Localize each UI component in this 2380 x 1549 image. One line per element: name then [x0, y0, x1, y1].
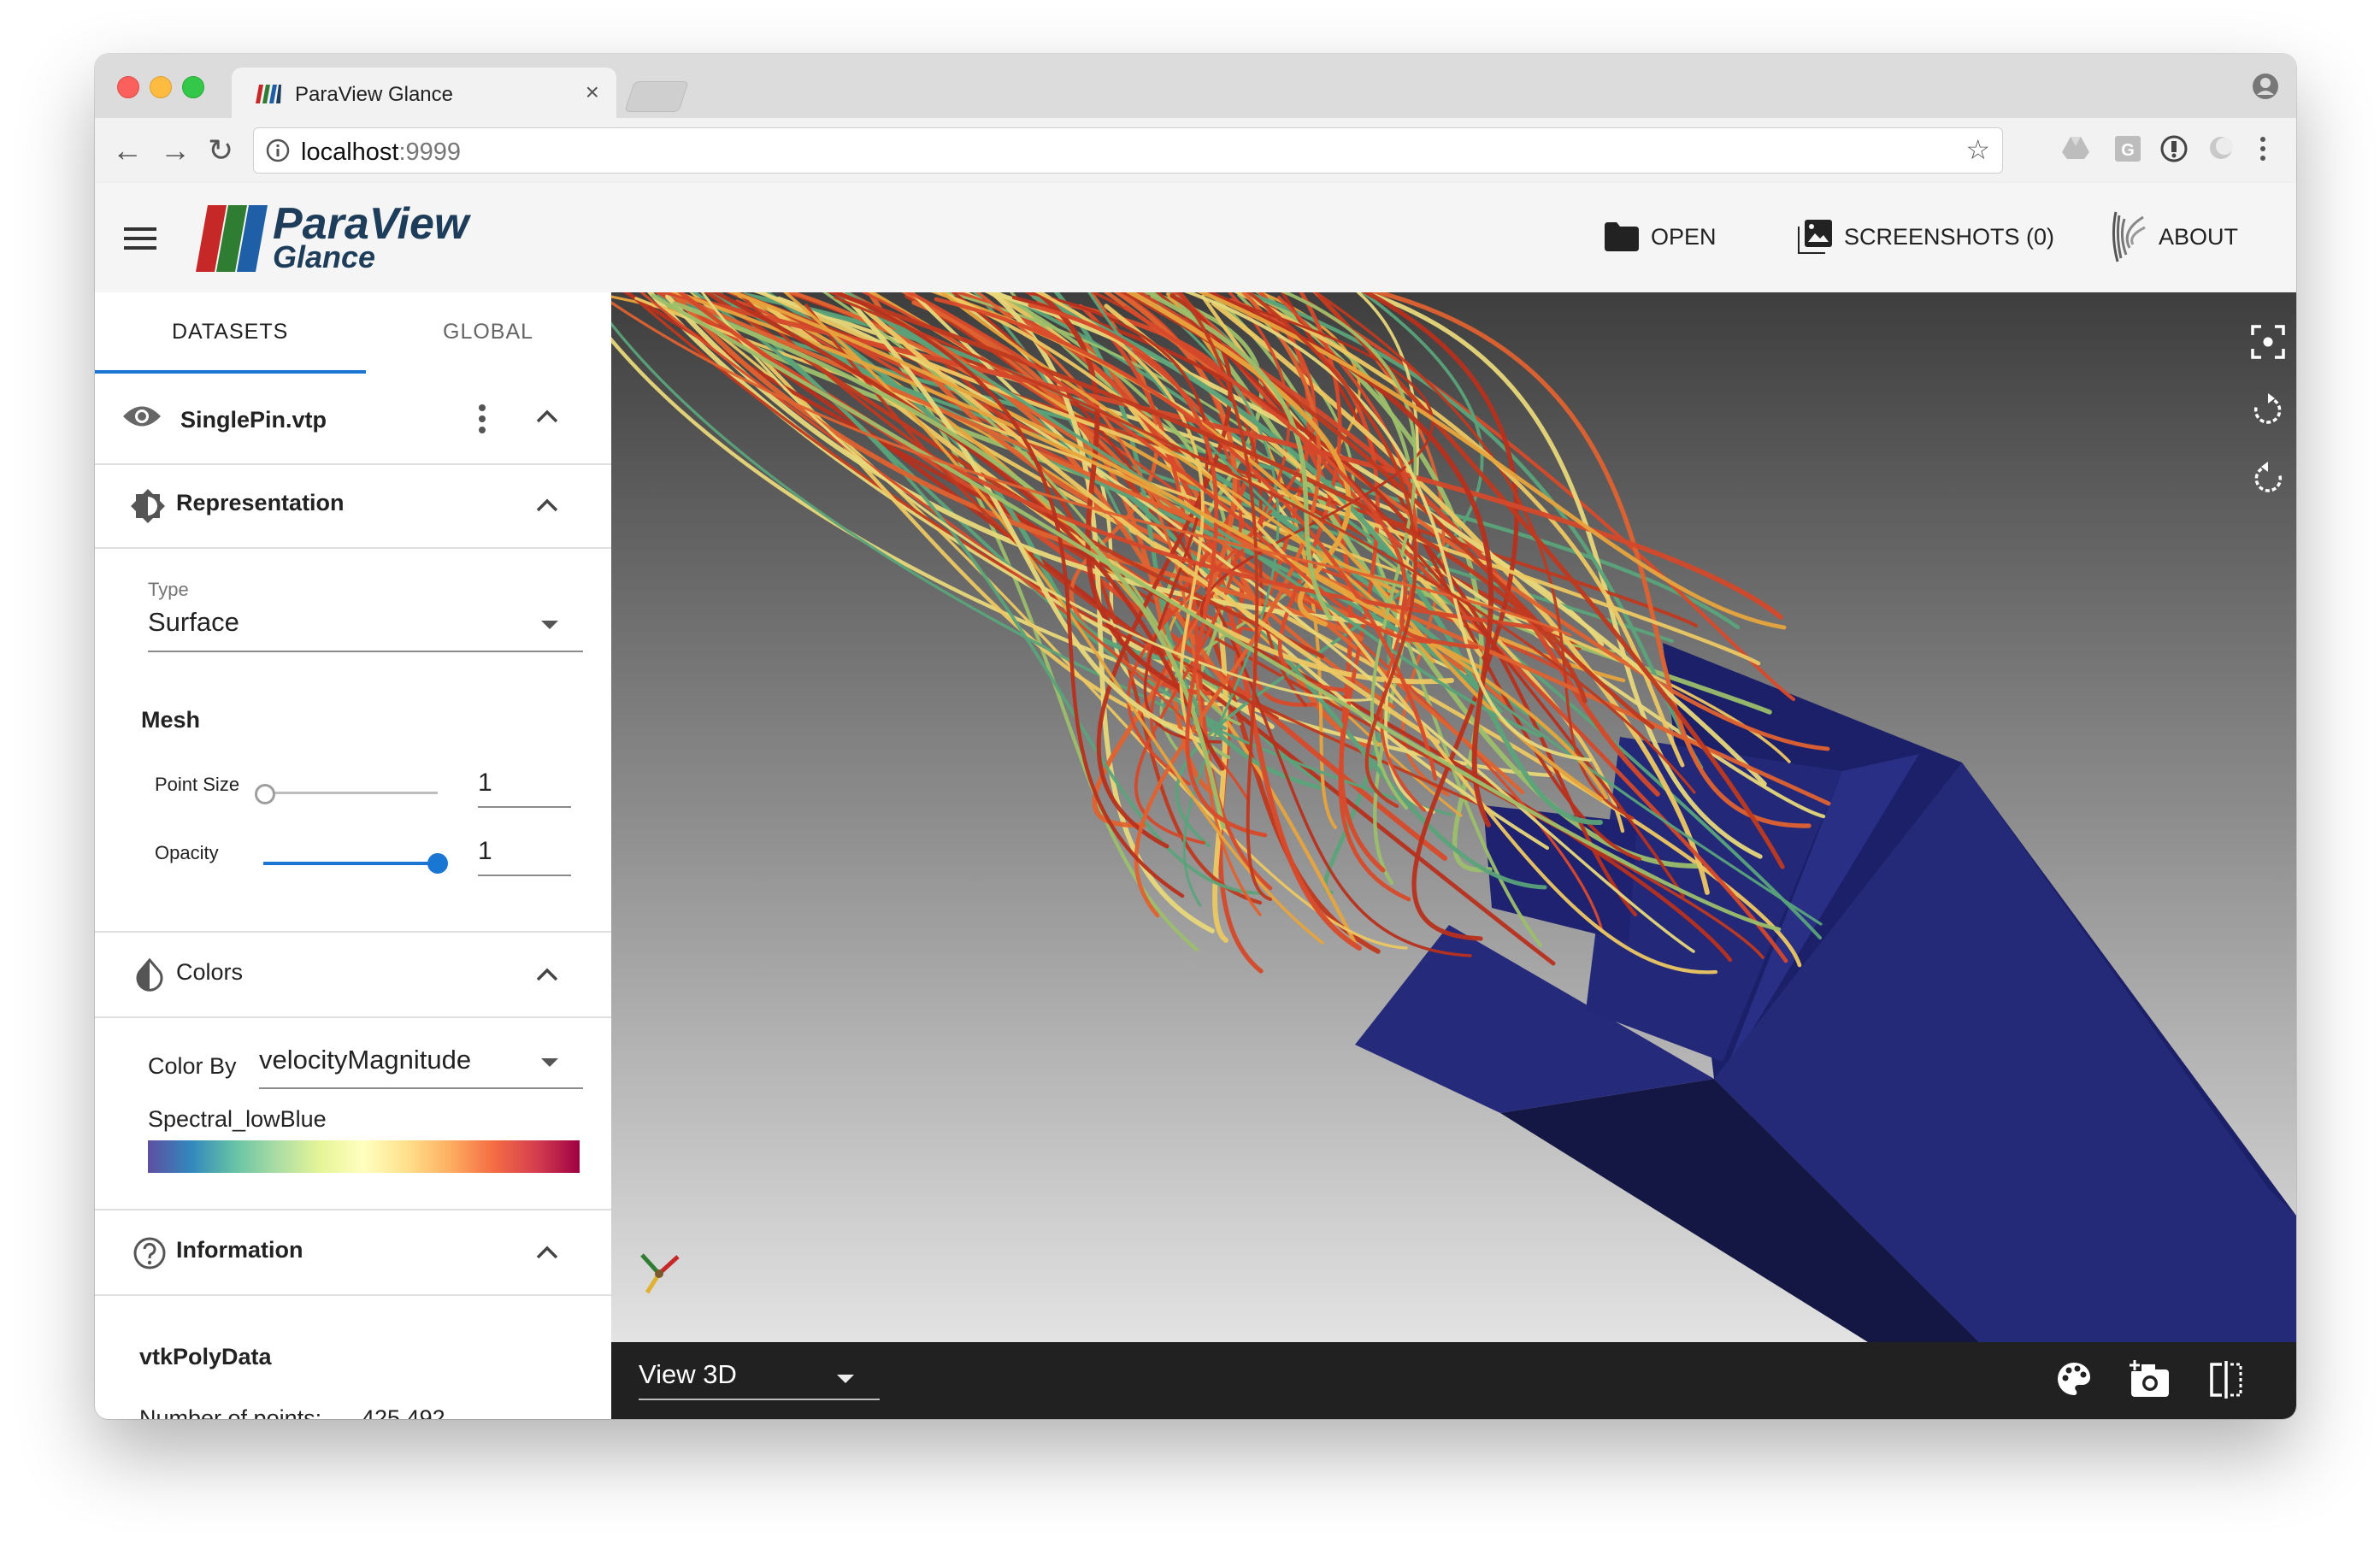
dataset-header: SinglePin.vtp [95, 374, 611, 465]
opacity-slider[interactable] [263, 852, 448, 876]
browser-tab[interactable]: ParaView Glance × [232, 68, 616, 118]
point-size-slider[interactable] [255, 784, 438, 804]
password-extension-icon[interactable] [2160, 135, 2188, 162]
control-panel: DATASETS GLOBAL SinglePin.vtp Representa [95, 292, 612, 1419]
forward-button[interactable]: → [160, 133, 191, 168]
chevron-up-icon[interactable] [536, 1245, 558, 1260]
points-value: 425 492 [362, 1405, 445, 1419]
colors-title: Colors [176, 959, 244, 985]
browser-tab-close-button[interactable]: × [586, 79, 599, 106]
browser-address-bar: ← → ↻ localhost:9999 ☆ G [95, 118, 2296, 184]
streamlines-scene[interactable] [611, 292, 2296, 1342]
svg-text:G: G [2121, 141, 2135, 160]
axes-orientation-icon[interactable] [637, 1248, 685, 1296]
open-button[interactable]: OPEN [1605, 217, 1717, 256]
screenshots-label: SCREENSHOTS (0) [1844, 223, 2055, 250]
open-label: OPEN [1651, 223, 1717, 250]
point-size-thumb[interactable] [255, 784, 275, 804]
point-size-label: Point Size [155, 774, 240, 795]
bookmark-star-icon[interactable]: ☆ [1965, 133, 1990, 166]
information-header[interactable]: Information [95, 1209, 611, 1296]
profile-icon[interactable] [2252, 73, 2279, 100]
point-size-track [263, 792, 438, 794]
camera-add-icon[interactable] [2130, 1359, 2171, 1399]
colormap-preset-bar[interactable] [148, 1140, 580, 1173]
app-toolbar: ParaView Glance OPEN SCREENSHOTS (0) ABO… [95, 183, 2296, 292]
opacity-input[interactable]: 1 [478, 837, 492, 866]
chevron-up-icon[interactable] [536, 409, 558, 424]
color-by-underline [259, 1087, 583, 1089]
paraview-logo-icon [196, 205, 268, 272]
colormap-name: Spectral_lowBlue [148, 1106, 327, 1132]
color-by-dropdown-icon[interactable] [541, 1058, 558, 1067]
url-field[interactable]: localhost:9999 ☆ [253, 127, 2003, 174]
type-select[interactable]: Surface [148, 607, 239, 638]
reload-button[interactable]: ↻ [208, 133, 233, 168]
rotate-left-icon[interactable] [2251, 393, 2285, 427]
info-icon[interactable] [266, 138, 290, 162]
browser-tab-strip: ParaView Glance × [95, 54, 2296, 118]
point-size-underline [478, 806, 571, 808]
sidebar-tabs: DATASETS GLOBAL [95, 292, 611, 374]
about-label: ABOUT [2159, 223, 2239, 250]
drive-extension-icon[interactable] [2061, 135, 2090, 161]
data-type: vtkPolyData [139, 1344, 272, 1369]
opacity-track [263, 862, 438, 865]
brightness-icon [131, 489, 165, 523]
rotate-right-icon[interactable] [2251, 462, 2285, 496]
eye-icon[interactable] [122, 403, 162, 429]
opacity-underline [478, 875, 571, 876]
minimize-window-button[interactable] [150, 76, 172, 98]
moon-extension-icon[interactable] [2208, 135, 2234, 161]
tab-global[interactable]: GLOBAL [443, 320, 533, 345]
dataset-name: SinglePin.vtp [180, 407, 327, 433]
view-type-select[interactable]: View 3D [639, 1359, 737, 1390]
point-size-input[interactable]: 1 [478, 769, 492, 798]
center-focus-icon[interactable] [2251, 325, 2285, 359]
information-title: Information [176, 1237, 303, 1263]
mesh-label: Mesh [141, 707, 201, 733]
browser-tab-title: ParaView Glance [295, 83, 453, 106]
tab-datasets[interactable]: DATASETS [172, 320, 288, 345]
invert-colors-icon [136, 958, 163, 992]
more-vert-icon[interactable] [477, 403, 487, 434]
points-label: Number of points: [139, 1405, 322, 1419]
palette-icon[interactable] [2056, 1361, 2092, 1397]
browser-menu-icon[interactable] [2258, 135, 2268, 162]
about-button[interactable]: ABOUT [2107, 210, 2238, 263]
chevron-up-icon[interactable] [536, 498, 558, 513]
close-window-button[interactable] [117, 76, 139, 98]
hamburger-icon[interactable] [124, 226, 158, 251]
screenshots-button[interactable]: SCREENSHOTS (0) [1798, 217, 2054, 256]
help-circle-icon [133, 1237, 166, 1269]
browser-window: ParaView Glance × ← → ↻ localhost:9999 ☆ [95, 54, 2296, 1419]
type-label: Type [148, 579, 189, 600]
brand-subtitle: Glance [273, 239, 376, 274]
images-icon [1798, 220, 1832, 254]
split-view-icon[interactable] [2208, 1361, 2244, 1399]
color-by-select[interactable]: velocityMagnitude [259, 1045, 471, 1075]
url-text: localhost:9999 [301, 138, 462, 166]
folder-icon [1605, 222, 1639, 251]
color-by-label: Color By [148, 1053, 237, 1079]
opacity-thumb[interactable] [427, 853, 448, 874]
kitware-icon [2112, 211, 2146, 262]
render-view-3d[interactable] [611, 292, 2296, 1342]
representation-title: Representation [176, 490, 345, 515]
type-dropdown-icon[interactable] [541, 621, 558, 629]
back-button[interactable]: ← [112, 133, 143, 168]
paraview-favicon-icon [256, 85, 281, 103]
representation-header[interactable]: Representation [95, 463, 611, 549]
new-tab-button[interactable] [624, 81, 689, 112]
maximize-window-button[interactable] [182, 76, 204, 98]
view-type-dropdown-icon[interactable] [837, 1375, 854, 1383]
active-tab-indicator [95, 370, 366, 374]
chevron-up-icon[interactable] [536, 967, 558, 982]
type-underline [148, 651, 583, 652]
opacity-label: Opacity [155, 842, 219, 863]
colors-header[interactable]: Colors [95, 931, 611, 1018]
view-type-underline [639, 1399, 880, 1400]
view-toolbar: View 3D [611, 1342, 2296, 1419]
g-extension-icon[interactable]: G [2114, 135, 2141, 162]
